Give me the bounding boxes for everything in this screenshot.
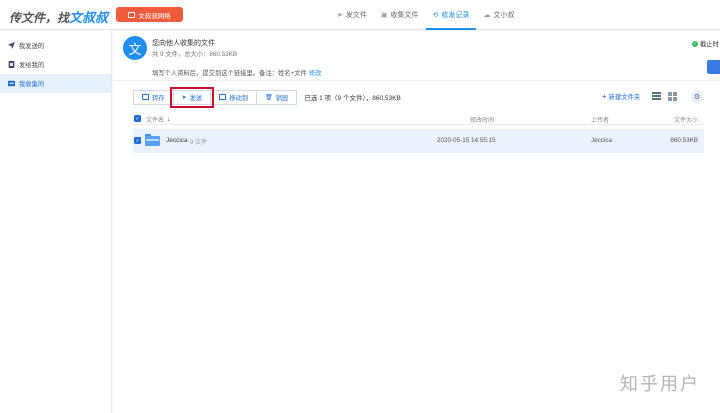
folder-icon — [145, 134, 160, 146]
wenshu-grid-label: 文叔叔网格 — [138, 12, 171, 20]
avatar: 文 — [123, 36, 147, 60]
tab-label: 发文件 — [345, 12, 367, 19]
sidebar-item-collected[interactable]: 我收集的 — [0, 74, 111, 93]
cloud-icon: ☁ — [483, 12, 491, 19]
toolbar: 转存 ➤ 发送 移动到 🗑 销毁 已选 1 项（9 个文件），860.53KB — [133, 86, 401, 108]
collection-note: 填写个人资料后，提交到这个链接里。备注：姓名+文件 修改 — [152, 68, 321, 77]
destroy-label: 销毁 — [275, 94, 289, 102]
row-modified: 2020-05-15 14:55:15 — [437, 137, 496, 144]
side-panel-toggle[interactable] — [707, 60, 720, 74]
edit-link[interactable]: 修改 — [309, 70, 322, 77]
new-folder-label: 新建文件夹 — [608, 94, 641, 101]
note-text: 填写个人资料后，提交到这个链接里。备注：姓名+文件 — [152, 70, 307, 77]
row-checkbox[interactable]: ✓ — [134, 137, 141, 144]
new-folder-button[interactable]: + 新建文件夹 — [602, 92, 640, 101]
send-button[interactable]: ➤ 发送 — [169, 86, 215, 108]
tab-wenxiaoshu[interactable]: ☁ 文小叔 — [476, 0, 521, 30]
column-uploader: 上传者 — [591, 118, 610, 124]
status-badge: ✓ 截止时 — [692, 39, 719, 48]
sidebar-item-label: 我发送的 — [19, 43, 45, 50]
collection-title: 您向他人收集的文件 — [152, 40, 215, 47]
logo-brand: 文叔叔 — [69, 10, 109, 25]
selection-summary: 已选 1 项（9 个文件），860.53KB — [304, 95, 401, 102]
column-modified: 修改时间 — [470, 118, 495, 124]
move-label: 移动到 — [229, 94, 249, 102]
sidebar-item-received[interactable]: 发给我的 — [0, 55, 111, 74]
move-button[interactable]: 移动到 — [210, 89, 258, 105]
inbox-icon: ▣ — [380, 12, 388, 19]
status-text: 截止时 — [700, 41, 719, 48]
send-icon — [8, 42, 15, 49]
row-uploader: Jeccica — [591, 137, 612, 144]
save-button[interactable]: 转存 — [133, 89, 174, 105]
sidebar-item-label: 我收集的 — [19, 81, 45, 88]
column-name[interactable]: 文件名 ↓ — [146, 115, 171, 124]
save-label: 转存 — [152, 94, 165, 102]
trash-icon: 🗑 — [265, 94, 273, 101]
tab-collect-file[interactable]: ▣ 收集文件 — [374, 0, 426, 30]
watermark: 知乎用户 — [620, 374, 700, 394]
grid-view-icon[interactable] — [668, 92, 677, 101]
row-size: 860.53KB — [670, 137, 698, 144]
sidebar: 我发送的 发给我的 我收集的 — [0, 31, 112, 413]
tab-label: 文小叔 — [493, 12, 515, 19]
wenshu-grid-button[interactable]: 文叔叔网格 — [116, 7, 183, 22]
top-bar: 传文件，找文叔叔 文叔叔网格 ➤ 发文件 ▣ 收集文件 ⟲ 收发记录 ☁ 文小叔 — [0, 0, 720, 30]
check-icon: ✓ — [692, 40, 698, 47]
tab-send-file[interactable]: ➤ 发文件 — [330, 0, 374, 30]
table-row[interactable]: ✓ Jeccica 9 文件 2020-05-15 14:55:15 Jecci… — [133, 129, 704, 153]
collect-icon — [8, 80, 15, 87]
column-name-label: 文件名 — [146, 118, 165, 124]
destroy-button[interactable]: 🗑 销毁 — [256, 89, 298, 105]
row-name: Jeccica — [166, 137, 188, 144]
sidebar-item-sent[interactable]: 我发送的 — [0, 36, 111, 55]
disk-icon — [128, 11, 136, 18]
column-size: 文件大小 — [673, 118, 698, 124]
send-icon: ➤ — [337, 12, 343, 19]
inbox-icon — [8, 61, 15, 68]
sidebar-item-label: 发给我的 — [19, 62, 45, 69]
logo-prefix: 传文件，找 — [9, 11, 70, 25]
gear-icon[interactable]: ⚙ — [691, 91, 703, 103]
list-view-icon[interactable] — [652, 92, 661, 100]
divider — [113, 80, 720, 81]
tab-records[interactable]: ⟲ 收发记录 — [425, 0, 477, 30]
main-panel: 文 您向他人收集的文件 共 9 文件，总大小：860.53KB 填写个人资料后，… — [113, 31, 720, 413]
send-label: 发送 — [189, 94, 203, 102]
sort-down-icon: ↓ — [167, 116, 171, 123]
select-all-checkbox[interactable]: ✓ — [134, 115, 141, 122]
save-icon — [142, 94, 149, 100]
move-icon — [219, 94, 227, 100]
tab-label: 收集文件 — [390, 12, 419, 19]
collection-meta: 共 9 文件，总大小：860.53KB — [152, 51, 238, 58]
row-file-count: 9 文件 — [190, 140, 208, 146]
send-icon: ➤ — [181, 94, 187, 101]
tab-label: 收发记录 — [441, 12, 470, 19]
main-nav: ➤ 发文件 ▣ 收集文件 ⟲ 收发记录 ☁ 文小叔 — [330, 0, 521, 30]
logo[interactable]: 传文件，找文叔叔 — [9, 7, 108, 26]
plus-icon: + — [602, 92, 607, 101]
record-icon: ⟲ — [432, 12, 439, 19]
table-header: ✓ 文件名 ↓ 修改时间 上传者 文件大小 — [133, 112, 704, 125]
